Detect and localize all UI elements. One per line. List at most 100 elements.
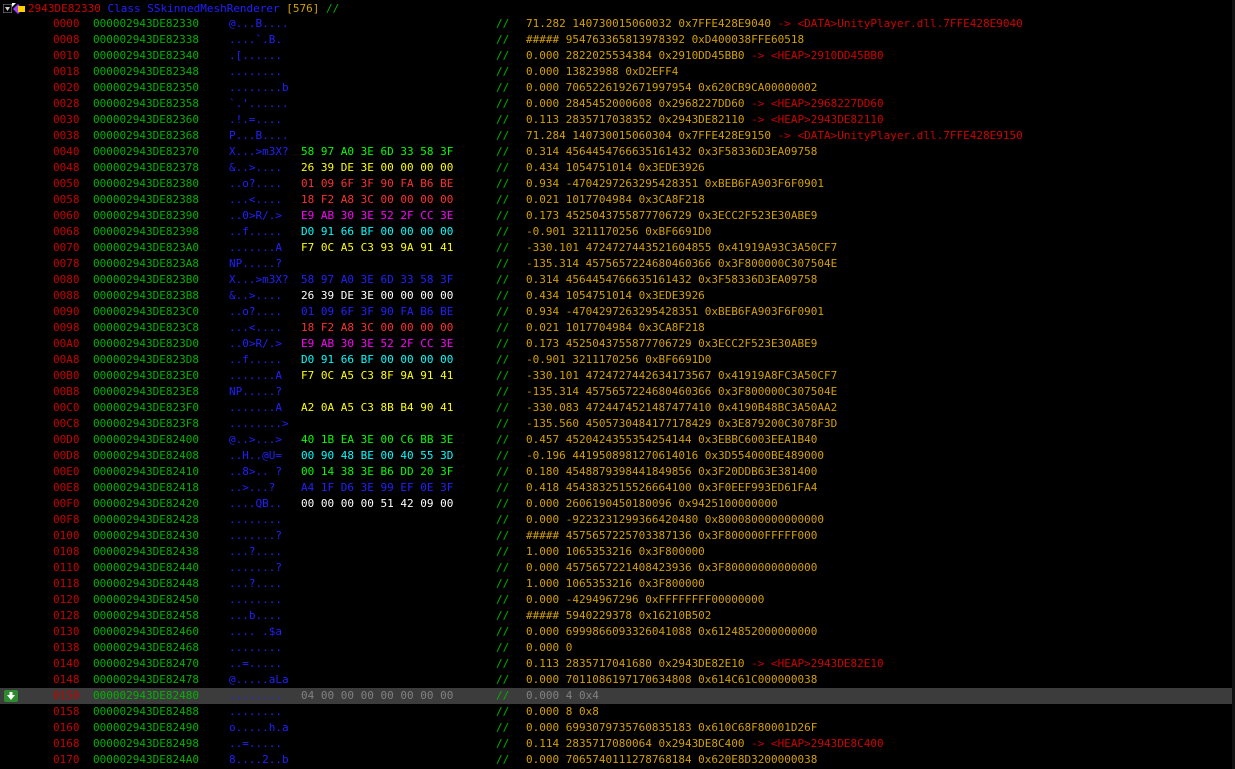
memory-row[interactable]: 0098 000002943DE823C8 ...<.... 18 F2 A8 3C … [0,320,1235,336]
memory-row[interactable]: 00D8 000002943DE82408 ..H..@U= 00 90 48 BE … [0,448,1235,464]
memory-row[interactable]: 00B8 000002943DE823E8 NP.....? // -135.314 4… [0,384,1235,400]
memory-row[interactable]: 0080 000002943DE823B0 X...>m3X? 58 97 A0 3E… [0,272,1235,288]
memory-row[interactable]: 0008 000002943DE82338 ....`.B. // ##### 9547… [0,32,1235,48]
row-address: 000002943DE823D0 [93,337,199,350]
memory-row[interactable]: 0010 000002943DE82340 .[...... // 0.000 2822… [0,48,1235,64]
memory-row[interactable]: 0168 000002943DE82498 ..=..... // 0.114 2835… [0,736,1235,752]
row-value: 0.000 7065740111278768184 0x620E8D320000… [526,752,817,768]
row-offset: 0158 [53,705,80,718]
memory-row[interactable]: 0170 000002943DE824A0 8....2..b // 0.000 706… [0,752,1235,768]
arrow-down-icon [4,690,18,702]
memory-row[interactable]: 0078 000002943DE823A8 NP.....? // -135.314 4… [0,256,1235,272]
row-value-text: 0.113 2835717038352 0x2943DE82110 [526,113,745,126]
row-address: 000002943DE823E0 [93,369,199,382]
memory-row[interactable]: 0040 000002943DE82370 X...>m3X? 58 97 A0 3E… [0,144,1235,160]
memory-row[interactable]: 00F8 000002943DE82428........ // 0.000 -922… [0,512,1235,528]
row-ascii: &..>.... [229,161,282,174]
row-pointer-target: -> <HEAP>2910DD45BB0 [744,49,884,62]
row-value: -0.901 3211170256 0xBF6691D0 [526,224,711,240]
memory-row[interactable]: 0158 000002943DE82488........ // 0.000 8 0x… [0,704,1235,720]
memory-row[interactable]: 0120 000002943DE82450........ // 0.000 -429… [0,592,1235,608]
memory-row[interactable]: 0140 000002943DE82470 ..=..... // 0.113 2835… [0,656,1235,672]
row-comment-marker: // [496,81,510,94]
row-comment-marker: // [496,385,510,398]
row-ascii: ........ [229,705,282,718]
row-address: 000002943DE82338 [93,33,199,46]
row-offset: 0008 [53,33,80,46]
memory-row[interactable]: 0050 000002943DE82380 ..o?.... 01 09 6F 3F … [0,176,1235,192]
row-address: 000002943DE82408 [93,449,199,462]
row-address: 000002943DE82380 [93,177,199,190]
memory-row[interactable]: 00D0 000002943DE82400 @..>...> 40 1B EA 3E … [0,432,1235,448]
header-class-label: Class SSkinnedMeshRenderer [107,2,280,15]
memory-row[interactable]: 0058 000002943DE82388 ...<.... 18 F2 A8 3C … [0,192,1235,208]
row-ascii: 8....2..b [229,753,289,766]
row-ascii: `.'...... [229,97,289,110]
row-value-text: 1.000 1065353216 0x3F800000 [526,545,705,558]
memory-row[interactable]: 0148 000002943DE82478 @.....aLa // 0.000 701… [0,672,1235,688]
row-hex-bytes: E9 AB 30 3E 52 2F CC 3E [301,209,454,222]
row-comment-marker: // [496,97,510,110]
memory-row[interactable]: 0088 000002943DE823B8 &..>.... 26 39 DE 3E … [0,288,1235,304]
row-offset: 00E8 [53,481,80,494]
memory-row[interactable]: 00E0 000002943DE82410 ..8>.. ? 00 14 38 3E … [0,464,1235,480]
memory-row[interactable]: 0130 000002943DE82460 .... .$a // 0.000 6999… [0,624,1235,640]
memory-row[interactable]: 0100 000002943DE82430.......? // ##### 4575… [0,528,1235,544]
memory-row[interactable]: 0150 000002943DE82480........ 04 00 00 00 … [0,688,1235,704]
memory-row[interactable]: 0048 000002943DE82378 &..>.... 26 39 DE 3E … [0,160,1235,176]
memory-row[interactable]: 0160 000002943DE82490 o.....h.a // 0.000 699… [0,720,1235,736]
row-value: 0.000 2845452000608 0x2968227DD60 -> <HE… [526,96,884,112]
row-value-text: 0.000 2606190450180096 0x9425100000000 [526,497,778,510]
row-offset: 0020 [53,81,80,94]
memory-row[interactable]: 0038 000002943DE82368 P...B.... // 71.284 14… [0,128,1235,144]
memory-row[interactable]: 0018 000002943DE82348........ // 0.000 1382… [0,64,1235,80]
memory-row[interactable]: 0070 000002943DE823A0 .......A F7 0C A5 C3 … [0,240,1235,256]
row-comment-marker: // [496,529,510,542]
row-value-text: -135.314 4575657224680460366 0x3F800000C… [526,257,838,270]
row-comment-marker: // [496,305,510,318]
row-hex-bytes: 58 97 A0 3E 6D 33 58 3F [301,145,454,158]
row-comment-marker: // [496,177,510,190]
row-value-text: 0.180 4548879398441849856 0x3F20DDB63E38… [526,465,818,478]
row-comment-marker: // [496,497,510,510]
memory-row[interactable]: 0110 000002943DE82440.......? // 0.000 4575… [0,560,1235,576]
memory-row[interactable]: 0128 000002943DE82458 ...b.... // ##### 5940… [0,608,1235,624]
row-address: 000002943DE823B0 [93,273,199,286]
row-value-text: 71.282 140730015060032 0x7FFE428E9040 [526,17,772,30]
memory-row[interactable]: 00A8 000002943DE823D8 ..f..... D0 91 66 BF … [0,352,1235,368]
memory-row[interactable]: 0030 000002943DE82360 .!.=.... // 0.113 2835… [0,112,1235,128]
row-value: 0.000 -9223231299366420480 0x80008000000… [526,512,824,528]
row-comment-marker: // [496,481,510,494]
memory-row[interactable]: 00A0 000002943DE823D0 ..0>R/.> E9 AB 30 3E … [0,336,1235,352]
memory-row[interactable]: 0108 000002943DE82438...?.... // 1.000 1065… [0,544,1235,560]
row-hex-bytes: 58 97 A0 3E 6D 33 58 3F [301,273,454,286]
memory-row[interactable]: 0118 000002943DE82448...?.... // 1.000 1065… [0,576,1235,592]
row-value-text: 0.000 8 0x8 [526,705,599,718]
row-ascii: ........> [229,417,289,430]
memory-row[interactable]: 0090 000002943DE823C0 ..o?.... 01 09 6F 3F … [0,304,1235,320]
memory-row[interactable]: 00C8 000002943DE823F8 ........> // -135.560 … [0,416,1235,432]
row-ascii: X...>m3X? [229,273,289,286]
row-ascii: .......? [229,529,282,542]
row-offset: 0150 [53,689,80,702]
row-ascii: @...B.... [229,17,289,30]
memory-row[interactable]: 0000 000002943DE82330 @...B.... // 71.282 14… [0,16,1235,32]
memory-row[interactable]: 0138 000002943DE82468........ // 0.000 0 [0,640,1235,656]
row-ascii: ..=..... [229,657,282,670]
row-hex-bytes: 00 14 38 3E B6 DD 20 3F [301,465,454,478]
row-ascii: ...<.... [229,321,282,334]
expand-toggle-icon[interactable] [3,4,12,13]
memory-row[interactable]: 0060 000002943DE82390 ..0>R/.> E9 AB 30 3E … [0,208,1235,224]
row-offset: 0078 [53,257,80,270]
class-header[interactable]: 2943DE82330 Class SSkinnedMeshRenderer [… [0,1,1235,16]
memory-row[interactable]: 00C0 000002943DE823F0 .......A A2 0A A5 C3 … [0,400,1235,416]
memory-row[interactable]: 0028 000002943DE82358 `.'...... // 0.000 284… [0,96,1235,112]
memory-row[interactable]: 0020 000002943DE82350 ........b // 0.000 706… [0,80,1235,96]
memory-row[interactable]: 00F0 000002943DE82420 ....QB.. 00 00 00 00 … [0,496,1235,512]
row-offset: 00E0 [53,465,80,478]
memory-row[interactable]: 00E8 000002943DE82418 ..>...? A4 1F D6 3E 9… [0,480,1235,496]
row-pointer-target: -> <HEAP>2943DE8C400 [744,737,884,750]
memory-row[interactable]: 00B0 000002943DE823E0 .......A F7 0C A5 C3 … [0,368,1235,384]
memory-row[interactable]: 0068 000002943DE82398 ..f..... D0 91 66 BF … [0,224,1235,240]
row-address: 000002943DE82388 [93,193,199,206]
